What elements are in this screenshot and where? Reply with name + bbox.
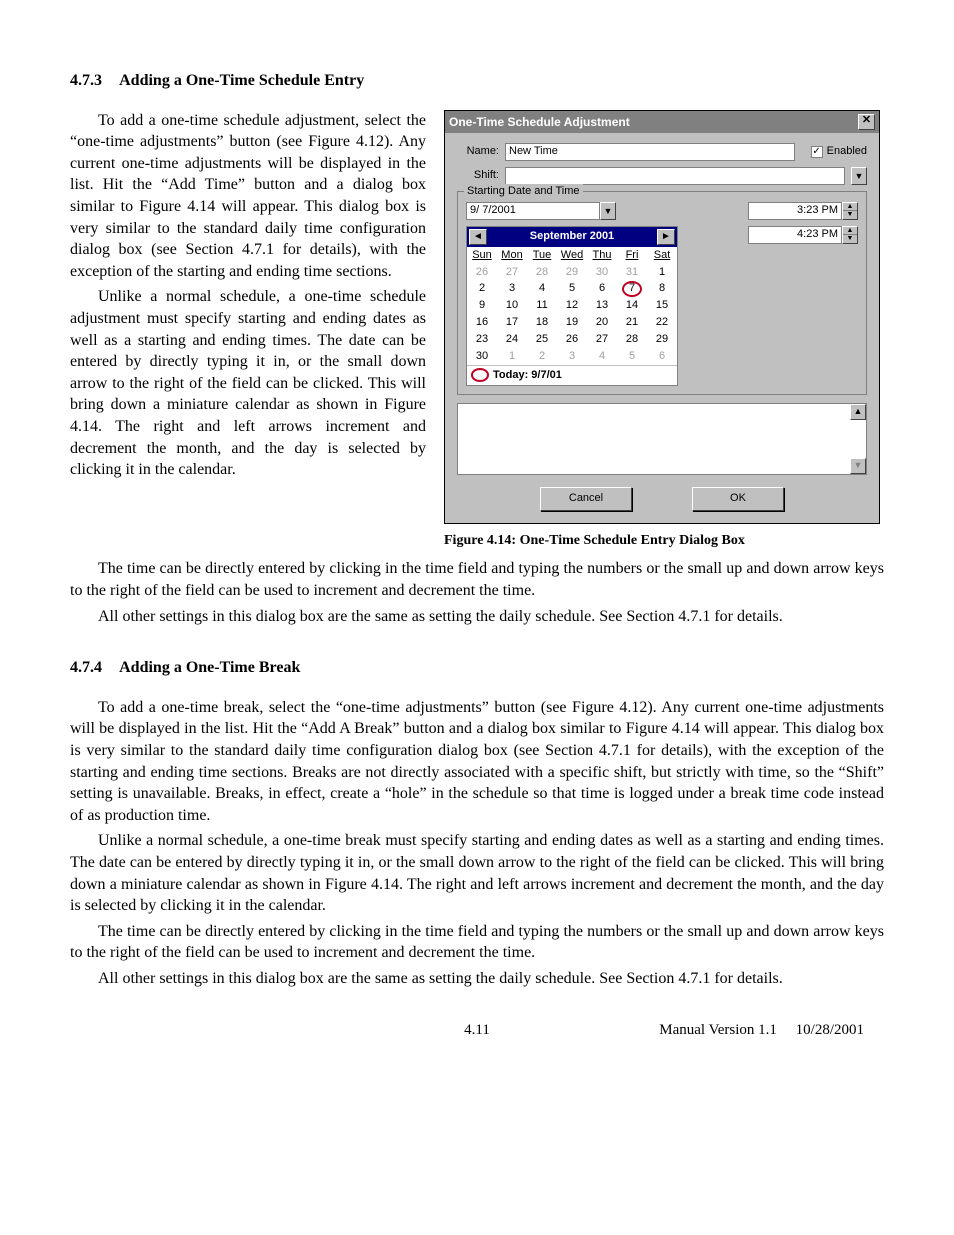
cal-day[interactable]: 30 — [467, 348, 497, 365]
shift-label: Shift: — [457, 168, 499, 183]
today-label: Today: 9/7/01 — [493, 368, 562, 383]
section-title: Adding a One-Time Schedule Entry — [119, 72, 364, 89]
section-heading-474: 4.7.4 Adding a One-Time Break — [70, 657, 884, 679]
cal-dow: Fri — [617, 247, 647, 264]
cancel-button[interactable]: Cancel — [540, 487, 632, 511]
start-time-input[interactable]: 3:23 PM — [748, 202, 842, 220]
s1-p4: All other settings in this dialog box ar… — [70, 606, 884, 628]
section-title: Adding a One-Time Break — [119, 659, 300, 676]
cal-day[interactable]: 13 — [587, 297, 617, 314]
section-heading-473: 4.7.3 Adding a One-Time Schedule Entry — [70, 70, 884, 92]
cal-day[interactable]: 5 — [617, 348, 647, 365]
cal-day[interactable]: 27 — [587, 331, 617, 348]
enabled-checkbox[interactable]: ✓ — [811, 146, 823, 158]
cal-day[interactable]: 26 — [557, 331, 587, 348]
cal-day[interactable]: 26 — [467, 264, 497, 281]
end-time-input[interactable]: 4:23 PM — [748, 226, 842, 244]
list-area: ▲ ▼ — [457, 403, 867, 475]
group-title: Starting Date and Time — [464, 184, 583, 199]
cal-day[interactable]: 9 — [467, 297, 497, 314]
cal-day[interactable]: 3 — [497, 280, 527, 297]
section-number: 4.7.3 — [70, 70, 102, 92]
scroll-down-icon[interactable]: ▼ — [850, 458, 866, 474]
cal-day[interactable]: 18 — [527, 314, 557, 331]
scroll-up-icon[interactable]: ▲ — [850, 404, 866, 420]
cal-day[interactable]: 29 — [557, 264, 587, 281]
cal-day[interactable]: 25 — [527, 331, 557, 348]
dialog-one-time-schedule: One-Time Schedule Adjustment ✕ Name: New… — [444, 110, 880, 524]
date-input[interactable]: 9/ 7/2001 — [466, 202, 600, 220]
enabled-label: Enabled — [827, 144, 867, 159]
cal-dow: Wed — [557, 247, 587, 264]
cal-dow: Tue — [527, 247, 557, 264]
cal-day[interactable]: 23 — [467, 331, 497, 348]
cal-month-label: September 2001 — [530, 229, 614, 244]
today-ring-icon — [471, 368, 489, 382]
ok-button[interactable]: OK — [692, 487, 784, 511]
cal-day[interactable]: 8 — [647, 280, 677, 297]
cal-day[interactable]: 28 — [527, 264, 557, 281]
shift-select[interactable] — [505, 167, 845, 185]
cal-day[interactable]: 20 — [587, 314, 617, 331]
name-input[interactable]: New Time — [505, 143, 795, 161]
cal-day[interactable]: 2 — [467, 280, 497, 297]
cal-day[interactable]: 4 — [527, 280, 557, 297]
cal-day[interactable]: 6 — [647, 348, 677, 365]
cal-dow: Sat — [647, 247, 677, 264]
cal-dow: Mon — [497, 247, 527, 264]
figure-caption: Figure 4.14: One-Time Schedule Entry Dia… — [444, 532, 884, 551]
cal-day[interactable]: 2 — [527, 348, 557, 365]
cal-day[interactable]: 27 — [497, 264, 527, 281]
cal-dow: Thu — [587, 247, 617, 264]
end-time-spinner[interactable]: ▲▼ — [842, 226, 858, 244]
cal-day[interactable]: 6 — [587, 280, 617, 297]
start-time-spinner[interactable]: ▲▼ — [842, 202, 858, 220]
cal-day[interactable]: 14 — [617, 297, 647, 314]
s2-p2: Unlike a normal schedule, a one-time bre… — [70, 830, 884, 916]
cal-day[interactable]: 19 — [557, 314, 587, 331]
cal-day[interactable]: 1 — [647, 264, 677, 281]
calendar-grid: SunMonTueWedThuFriSat 262728293031123456… — [467, 247, 677, 365]
footer-date: 10/28/2001 — [796, 1022, 864, 1038]
cal-day[interactable]: 24 — [497, 331, 527, 348]
figure-414: One-Time Schedule Adjustment ✕ Name: New… — [444, 110, 884, 551]
cal-day[interactable]: 11 — [527, 297, 557, 314]
s1-p3: The time can be directly entered by clic… — [70, 558, 884, 601]
calendar-popup: ◄ September 2001 ► SunMonTueWedThuFriSat… — [466, 226, 678, 386]
calendar-today-row[interactable]: Today: 9/7/01 — [467, 365, 677, 385]
cal-day[interactable]: 12 — [557, 297, 587, 314]
cal-day[interactable]: 28 — [617, 331, 647, 348]
cal-day[interactable]: 7 — [617, 280, 647, 297]
page-footer: 4.11 Manual Version 1.1 10/28/2001 — [70, 1020, 884, 1040]
cal-day[interactable]: 10 — [497, 297, 527, 314]
cal-day[interactable]: 4 — [587, 348, 617, 365]
name-label: Name: — [457, 144, 499, 159]
s2-p1: To add a one-time break, select the “one… — [70, 697, 884, 827]
cal-day[interactable]: 5 — [557, 280, 587, 297]
dialog-titlebar: One-Time Schedule Adjustment ✕ — [445, 111, 879, 133]
cal-day[interactable]: 21 — [617, 314, 647, 331]
s2-p3: The time can be directly entered by clic… — [70, 921, 884, 964]
cal-day[interactable]: 3 — [557, 348, 587, 365]
cal-prev-month-icon[interactable]: ◄ — [469, 229, 487, 245]
starting-date-time-group: Starting Date and Time 9/ 7/2001 ▼ 3:23 … — [457, 191, 867, 395]
date-dropdown-icon[interactable]: ▼ — [600, 202, 616, 220]
page-number: 4.11 — [464, 1020, 490, 1040]
shift-dropdown-icon[interactable]: ▼ — [851, 167, 867, 185]
cal-day[interactable]: 16 — [467, 314, 497, 331]
cal-day[interactable]: 31 — [617, 264, 647, 281]
dialog-title: One-Time Schedule Adjustment — [449, 114, 630, 130]
close-icon[interactable]: ✕ — [858, 114, 875, 130]
manual-version: Manual Version 1.1 — [659, 1022, 777, 1038]
cal-day[interactable]: 29 — [647, 331, 677, 348]
cal-day[interactable]: 1 — [497, 348, 527, 365]
cal-dow: Sun — [467, 247, 497, 264]
cal-day[interactable]: 22 — [647, 314, 677, 331]
cal-day[interactable]: 15 — [647, 297, 677, 314]
section-number: 4.7.4 — [70, 657, 102, 679]
s2-p4: All other settings in this dialog box ar… — [70, 968, 884, 990]
cal-day[interactable]: 30 — [587, 264, 617, 281]
cal-next-month-icon[interactable]: ► — [657, 229, 675, 245]
cal-day[interactable]: 17 — [497, 314, 527, 331]
